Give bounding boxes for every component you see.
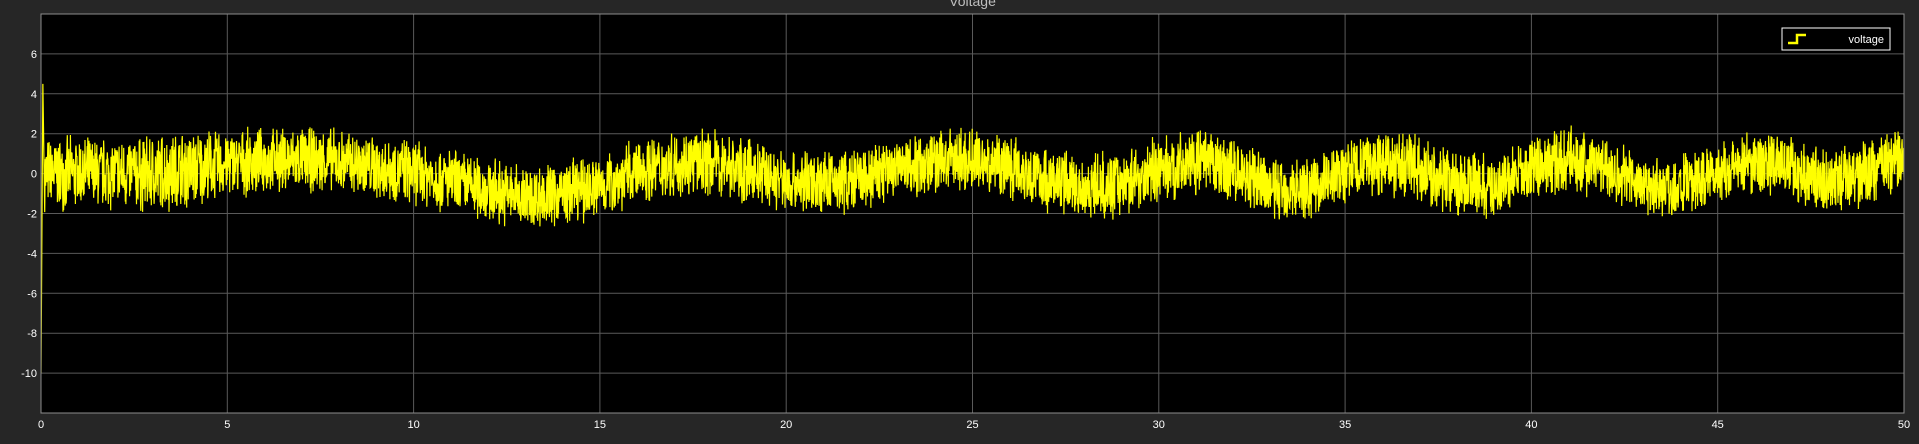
y-tick-label: 0 bbox=[31, 169, 37, 181]
x-tick-label: 35 bbox=[1339, 419, 1351, 431]
voltage-scope-plot: Voltage 0 5 10 15 20 25 30 35 40 45 50 -10-8-6-4-2… bbox=[21, 0, 1910, 431]
x-tick-label: 20 bbox=[780, 419, 792, 431]
chart-title: Voltage bbox=[949, 0, 996, 9]
x-tick-label: 5 bbox=[224, 419, 230, 431]
x-tick-label: 40 bbox=[1525, 419, 1537, 431]
y-tick-label: 2 bbox=[31, 129, 37, 141]
y-tick-label: -10 bbox=[21, 368, 37, 380]
x-tick-labels: 0 5 10 15 20 25 30 35 40 45 50 bbox=[38, 419, 1910, 431]
x-tick-label: 30 bbox=[1153, 419, 1165, 431]
y-tick-label: 4 bbox=[31, 89, 37, 101]
x-tick-label: 10 bbox=[407, 419, 419, 431]
y-tick-labels: -10 -8 -6 -4 -2 0 2 4 6 bbox=[21, 49, 37, 380]
y-tick-label: -2 bbox=[27, 209, 37, 221]
y-tick-label: -8 bbox=[27, 328, 37, 340]
y-tick-label: -4 bbox=[27, 248, 37, 260]
y-tick-label: 6 bbox=[31, 49, 37, 61]
x-tick-label: 45 bbox=[1712, 419, 1724, 431]
x-tick-label: 15 bbox=[594, 419, 606, 431]
y-tick-label: -6 bbox=[27, 288, 37, 300]
x-tick-label: 0 bbox=[38, 419, 44, 431]
x-tick-label: 25 bbox=[966, 419, 978, 431]
legend-label-voltage: voltage bbox=[1849, 34, 1884, 46]
x-tick-label: 50 bbox=[1898, 419, 1910, 431]
legend[interactable]: voltage bbox=[1781, 27, 1891, 51]
